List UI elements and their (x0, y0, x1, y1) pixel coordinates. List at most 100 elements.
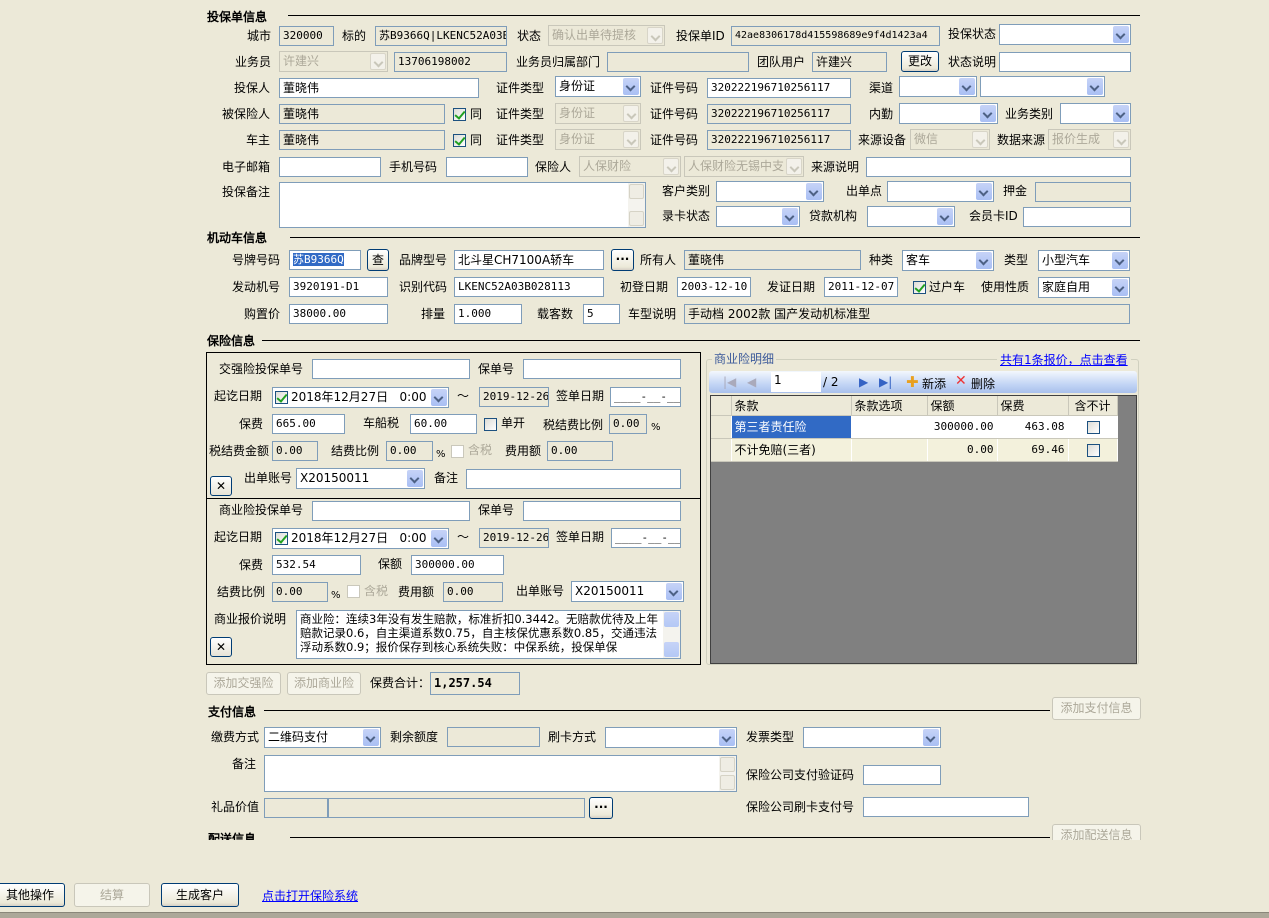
col-option[interactable]: 条款选项 (851, 396, 928, 416)
bi-app-no-field[interactable] (312, 501, 470, 521)
inner-select[interactable] (899, 103, 998, 124)
transfer-checkbox[interactable] (913, 281, 926, 294)
member-id-field[interactable] (1023, 207, 1131, 227)
reg-date-field[interactable]: 2003-12-10 (677, 277, 751, 297)
id-no-field[interactable]: 320222196710256117 (707, 78, 851, 98)
ci-tax-incl-checkbox[interactable] (451, 445, 464, 458)
scroll-down-icon[interactable] (720, 775, 735, 790)
gift-more-button[interactable]: ··· (589, 797, 613, 819)
seats-field[interactable]: 5 (583, 304, 620, 324)
brand-more-button[interactable]: ··· (611, 249, 634, 271)
ci-sign-date-field[interactable]: ____-__-__ (610, 387, 681, 407)
ci-cost-field[interactable]: 0.00 (547, 441, 613, 461)
ci-app-no-field[interactable] (312, 359, 470, 379)
customer-type-select[interactable] (716, 181, 824, 202)
displacement-field[interactable]: 1.000 (454, 304, 522, 324)
remove-compulsory-button[interactable]: ✕ (210, 476, 232, 496)
team-user-field[interactable]: 许建兴 (812, 52, 887, 72)
deposit-field[interactable] (1035, 182, 1131, 202)
gift-field[interactable] (264, 798, 328, 818)
ci-end-date-field[interactable]: 2019-12-26 (479, 387, 549, 407)
col-clause[interactable]: 条款 (731, 396, 852, 416)
bi-cost-field[interactable]: 0.00 (443, 582, 503, 602)
bi-sign-date-field[interactable]: ____-__-__ (611, 528, 681, 548)
salesman-select[interactable]: 许建兴 (279, 51, 388, 72)
add-commercial-button[interactable]: 添加商业险 (287, 672, 361, 695)
scroll-up-icon[interactable] (720, 757, 735, 772)
mobile-field[interactable] (446, 157, 528, 177)
usage-select[interactable]: 家庭自用 (1038, 277, 1130, 298)
scroll-up-icon[interactable] (664, 612, 679, 627)
model-desc-field[interactable]: 手动档 2002款 国产发动机标准型 (684, 304, 1130, 324)
bi-tax-incl-checkbox[interactable] (347, 585, 360, 598)
card-status-select[interactable] (716, 206, 800, 227)
table-row[interactable]: 第三者责任险 300000.00 463.08 (711, 415, 1118, 439)
remark-textarea[interactable] (279, 182, 646, 228)
lookup-button[interactable]: 查 (367, 249, 389, 271)
first-page-icon[interactable]: |◀ (723, 375, 736, 389)
add-payment-button[interactable]: 添加支付信息 (1052, 697, 1141, 720)
remove-commercial-button[interactable]: ✕ (210, 637, 232, 657)
owner-same-checkbox[interactable] (453, 134, 466, 147)
quote-desc-textarea[interactable]: 商业险：连续3年没有发生赔款，标准折扣0.3442。无赔款优待及上年赔款记录0.… (296, 610, 681, 659)
source-device-select[interactable]: 微信 (910, 129, 990, 150)
type-select[interactable]: 小型汽车 (1038, 250, 1130, 271)
insurer-select[interactable]: 人保财险 (579, 156, 681, 177)
vin-field[interactable]: LKENC52A03B028113 (454, 277, 604, 297)
insured-id-no-field[interactable]: 320222196710256117 (707, 104, 851, 124)
ci-policy-no-field[interactable] (523, 359, 681, 379)
bi-policy-no-field[interactable] (523, 501, 681, 521)
status-select[interactable]: 确认出单待提核 (548, 25, 665, 46)
policy-id-field[interactable]: 42ae8306178d415598689e9f4d1423a4 (731, 26, 940, 46)
table-row[interactable]: 不计免赔(三者) 0.00 69.46 (711, 438, 1118, 462)
bi-account-select[interactable]: X20150011 (571, 581, 684, 602)
row-header[interactable] (711, 438, 732, 462)
email-field[interactable] (279, 157, 381, 177)
ci-fee-ratio-field[interactable]: 0.00 (386, 441, 433, 461)
issue-point-select[interactable] (887, 181, 994, 202)
tax-fee-amount-field[interactable]: 0.00 (272, 441, 318, 461)
delete-row-button[interactable]: 删除 (971, 375, 995, 392)
dept-field[interactable] (607, 52, 749, 72)
owner-field[interactable]: 董晓伟 (279, 130, 445, 150)
pay-remark-textarea[interactable] (264, 755, 737, 792)
last-page-icon[interactable]: ▶| (879, 375, 892, 389)
add-compulsory-button[interactable]: 添加交强险 (206, 672, 281, 695)
ci-start-checkbox[interactable] (275, 391, 288, 404)
next-page-icon[interactable]: ▶ (859, 375, 868, 389)
change-button[interactable]: 更改 (901, 51, 939, 72)
kind-select[interactable]: 客车 (902, 250, 994, 271)
insurer-branch-select[interactable]: 人保财险无锡中支 (684, 156, 804, 177)
bi-fee-ratio-field[interactable]: 0.00 (272, 582, 328, 602)
row-header[interactable] (711, 415, 732, 439)
add-row-button[interactable]: 新添 (922, 375, 946, 392)
bi-coverage-field[interactable]: 300000.00 (411, 555, 504, 575)
col-coverage[interactable]: 保额 (927, 396, 998, 416)
vehicle-owner-field[interactable]: 董晓伟 (684, 250, 861, 270)
scrollbar[interactable] (628, 183, 645, 227)
coverage-cell[interactable]: 300000.00 (927, 415, 998, 439)
excl-cell[interactable] (1068, 415, 1118, 439)
scrollbar[interactable] (663, 611, 680, 658)
single-checkbox[interactable] (484, 418, 497, 431)
bi-premium-field[interactable]: 532.54 (272, 555, 361, 575)
applicant-field[interactable]: 董晓伟 (279, 78, 479, 98)
source-desc-field[interactable] (866, 157, 1131, 177)
excl-checkbox[interactable] (1086, 443, 1100, 457)
insured-same-checkbox[interactable] (453, 108, 466, 121)
option-cell[interactable] (851, 415, 928, 439)
cert-date-field[interactable]: 2011-12-07 (824, 277, 898, 297)
ci-account-select[interactable]: X20150011 (296, 468, 425, 489)
scroll-down-icon[interactable] (629, 211, 644, 226)
id-type-select[interactable]: 身份证 (555, 76, 641, 97)
policy-status-select[interactable] (999, 24, 1131, 45)
sub-channel-select[interactable] (980, 76, 1105, 97)
card-pay-no-field[interactable] (863, 797, 1029, 817)
target-field[interactable]: 苏B9366Q|LKENC52A03B0 (375, 26, 507, 46)
insured-field[interactable]: 董晓伟 (279, 104, 445, 124)
verify-code-field[interactable] (863, 765, 941, 785)
bi-end-date-field[interactable]: 2019-12-26 (479, 528, 549, 548)
premium-cell[interactable]: 463.08 (997, 415, 1069, 439)
ci-start-date-picker[interactable]: 2018年12月27日 0:00 (272, 387, 449, 408)
option-cell[interactable] (851, 438, 928, 462)
